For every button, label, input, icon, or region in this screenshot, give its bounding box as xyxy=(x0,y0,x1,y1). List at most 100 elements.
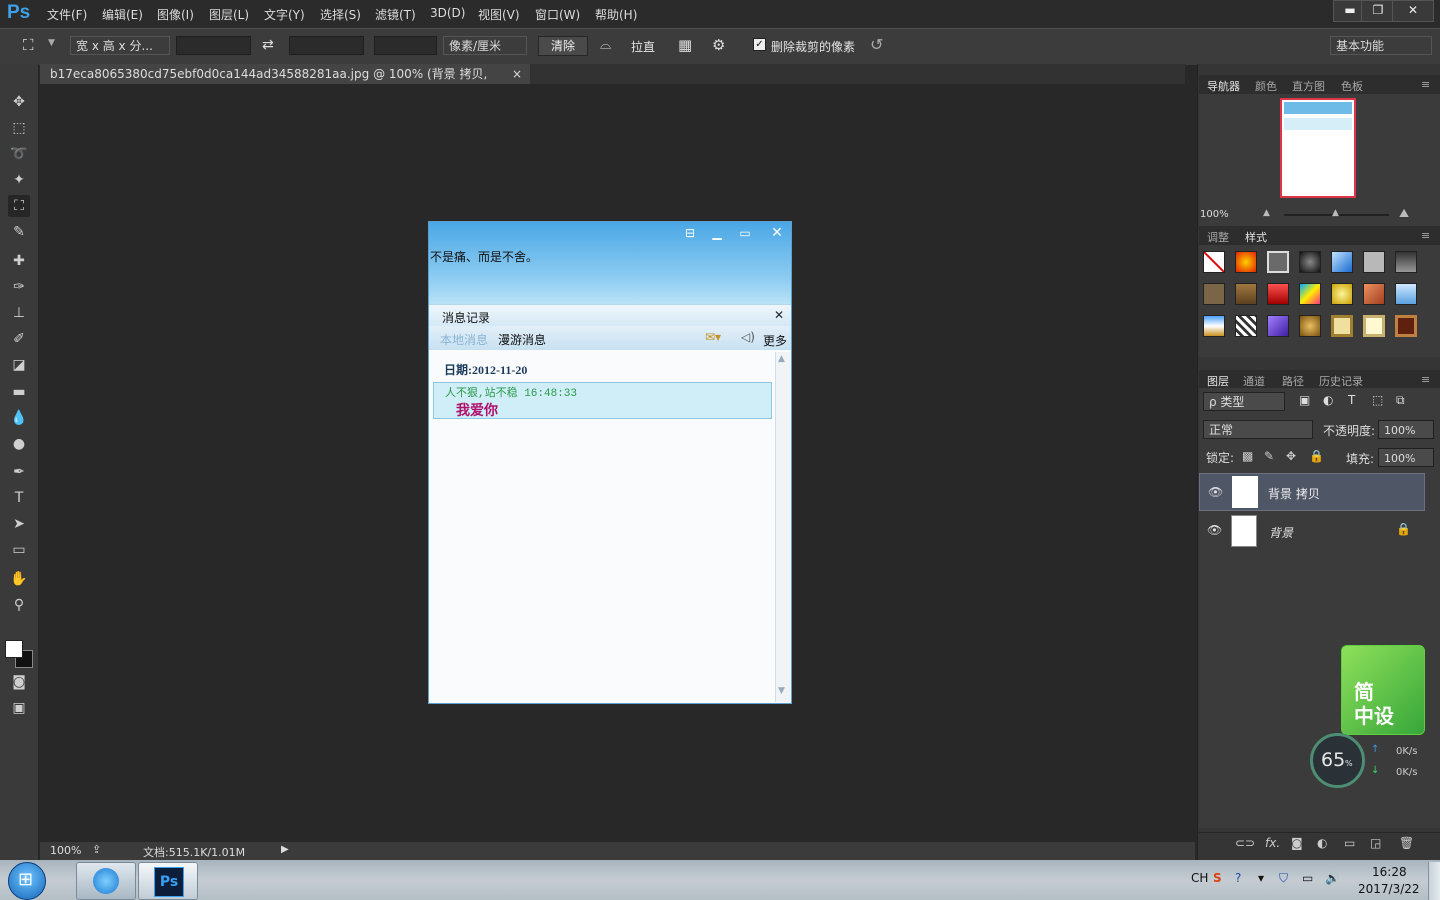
healing-brush-icon[interactable]: ✚ xyxy=(8,250,30,272)
zoom-tool-icon[interactable]: ⚲ xyxy=(8,594,30,616)
menu-window[interactable]: 窗口(W) xyxy=(535,6,580,23)
chevron-down-icon[interactable]: ▼ xyxy=(48,38,55,48)
straighten-label[interactable]: 拉直 xyxy=(631,38,655,55)
swap-icon[interactable]: ⇄ xyxy=(262,37,274,53)
network-icon[interactable]: ▭ xyxy=(1302,871,1313,885)
style-swatch[interactable] xyxy=(1363,283,1385,305)
style-swatch[interactable] xyxy=(1203,283,1225,305)
zoom-in-icon[interactable]: ⛰ xyxy=(1399,206,1409,221)
crop-tool-button[interactable]: ⛶ xyxy=(8,195,30,217)
clock-date[interactable]: 2017/3/22 xyxy=(1358,882,1420,896)
style-swatch[interactable] xyxy=(1299,283,1321,305)
status-zoom[interactable]: 100% xyxy=(50,844,81,857)
tab-history[interactable]: 历史记录 xyxy=(1319,373,1363,389)
help-icon[interactable]: ? xyxy=(1235,871,1241,885)
tab-navigator[interactable]: 导航器 xyxy=(1207,78,1240,94)
menu-view[interactable]: 视图(V) xyxy=(478,6,520,23)
style-swatch[interactable] xyxy=(1299,315,1321,337)
ratio-select[interactable]: 宽 x 高 x 分... xyxy=(70,36,170,55)
style-swatch[interactable] xyxy=(1331,315,1353,337)
start-button[interactable]: ⊞ xyxy=(8,862,46,900)
grid-overlay-icon[interactable]: ▦ xyxy=(678,36,692,54)
path-select-icon[interactable]: ➤ xyxy=(8,513,30,535)
layer-row-background-copy[interactable]: 👁 背景 拷贝 xyxy=(1199,473,1425,511)
eraser-icon[interactable]: ◪ xyxy=(8,354,30,376)
sogou-icon[interactable]: S xyxy=(1213,871,1222,885)
stamp-icon[interactable]: ⊥ xyxy=(8,302,30,324)
filter-smart-icon[interactable]: ⧉ xyxy=(1396,393,1405,408)
lasso-tool-icon[interactable]: ➰ xyxy=(8,143,30,165)
document-tab[interactable]: b17eca8065380cd75ebf0d0ca144ad34588281aa… xyxy=(40,64,530,101)
unit-select[interactable]: 像素/厘米 xyxy=(443,36,527,55)
style-swatch[interactable] xyxy=(1331,251,1353,273)
menu-layer[interactable]: 图层(L) xyxy=(209,6,249,23)
layers-menu-icon[interactable]: ≡ xyxy=(1421,373,1430,386)
style-swatch[interactable] xyxy=(1395,315,1417,337)
gradient-icon[interactable]: ▬ xyxy=(8,381,30,403)
lock-move-icon[interactable]: ✥ xyxy=(1286,449,1296,463)
history-brush-icon[interactable]: ✐ xyxy=(8,328,30,350)
adjustment-layer-icon[interactable]: ◐ xyxy=(1317,836,1327,850)
layer-name[interactable]: 背景 xyxy=(1269,524,1293,541)
style-swatch[interactable] xyxy=(1331,283,1353,305)
trash-icon[interactable]: 🗑 xyxy=(1399,836,1414,850)
resolution-input[interactable] xyxy=(374,36,437,55)
style-swatch[interactable] xyxy=(1235,251,1257,273)
tab-swatches[interactable]: 色板 xyxy=(1341,78,1363,94)
layer-kind-select[interactable]: ρ 类型 xyxy=(1203,392,1285,411)
style-swatch[interactable] xyxy=(1395,251,1417,273)
memory-gauge[interactable]: 65 % xyxy=(1310,733,1365,788)
lock-paint-icon[interactable]: ✎ xyxy=(1264,449,1274,463)
style-swatch[interactable] xyxy=(1203,315,1225,337)
visibility-eye-icon[interactable]: 👁 xyxy=(1208,485,1223,499)
tab-styles[interactable]: 样式 xyxy=(1245,229,1267,245)
tab-adjustments[interactable]: 调整 xyxy=(1207,229,1229,245)
foreground-swatch-top[interactable] xyxy=(5,640,23,658)
filter-shape-icon[interactable]: ⬚ xyxy=(1372,393,1383,407)
blur-icon[interactable]: 💧 xyxy=(8,407,30,429)
styles-menu-icon[interactable]: ≡ xyxy=(1421,229,1430,242)
restore-button[interactable]: ❐ xyxy=(1361,0,1395,22)
style-swatch[interactable] xyxy=(1299,251,1321,273)
layer-row-background[interactable]: 👁 背景 🔒 xyxy=(1199,512,1425,550)
filter-type-icon[interactable]: T xyxy=(1348,393,1355,407)
panel-menu-icon[interactable]: ≡ xyxy=(1421,78,1430,91)
taskbar-app-photoshop[interactable]: Ps xyxy=(138,862,198,900)
volume-icon[interactable]: 🔊 xyxy=(1325,871,1340,885)
menu-edit[interactable]: 编辑(E) xyxy=(102,6,143,23)
delete-cropped-checkbox[interactable]: ✓ xyxy=(753,38,766,51)
height-input[interactable] xyxy=(289,36,364,55)
screen-mode-icon[interactable]: ▣ xyxy=(8,697,30,719)
clear-button[interactable]: 清除 xyxy=(538,36,588,56)
eyedropper-icon[interactable]: ✎ xyxy=(8,221,30,243)
tab-paths[interactable]: 路径 xyxy=(1282,373,1304,389)
fx-icon[interactable]: fx. xyxy=(1265,836,1280,850)
gear-icon[interactable]: ⚙ xyxy=(712,36,725,54)
style-swatch[interactable] xyxy=(1363,251,1385,273)
layer-name[interactable]: 背景 拷贝 xyxy=(1268,485,1320,502)
magic-wand-icon[interactable]: ✦ xyxy=(8,169,30,191)
pen-icon[interactable]: ✒ xyxy=(8,461,30,483)
filter-pixel-icon[interactable]: ▣ xyxy=(1299,393,1310,407)
close-button[interactable]: ✕ xyxy=(1392,0,1434,22)
menu-select[interactable]: 选择(S) xyxy=(320,6,361,23)
share-icon[interactable]: ⇪ xyxy=(92,843,101,856)
style-swatch[interactable] xyxy=(1267,283,1289,305)
tray-expand-icon[interactable]: ▾ xyxy=(1258,871,1264,885)
tab-color[interactable]: 颜色 xyxy=(1255,78,1277,94)
visibility-eye-icon[interactable]: 👁 xyxy=(1207,523,1222,537)
link-layers-icon[interactable]: ⊂⊃ xyxy=(1235,836,1255,850)
lock-transparent-icon[interactable]: ▩ xyxy=(1242,449,1253,463)
blend-mode-select[interactable]: 正常 xyxy=(1203,420,1313,439)
taskbar-app-browser[interactable] xyxy=(76,862,136,900)
zoom-out-icon[interactable]: ▲ xyxy=(1263,208,1270,218)
quick-mask-icon[interactable]: ◙ xyxy=(8,671,30,693)
folder-icon[interactable]: ▭ xyxy=(1344,836,1355,850)
tab-close-icon[interactable]: × xyxy=(512,64,522,84)
reset-icon[interactable]: ↺ xyxy=(870,35,883,54)
language-indicator[interactable]: CH xyxy=(1191,871,1208,885)
menu-file[interactable]: 文件(F) xyxy=(47,6,87,23)
workspace-select[interactable]: 基本功能 xyxy=(1330,36,1432,55)
straighten-icon[interactable]: ⌓ xyxy=(600,37,611,53)
style-swatch[interactable] xyxy=(1235,283,1257,305)
